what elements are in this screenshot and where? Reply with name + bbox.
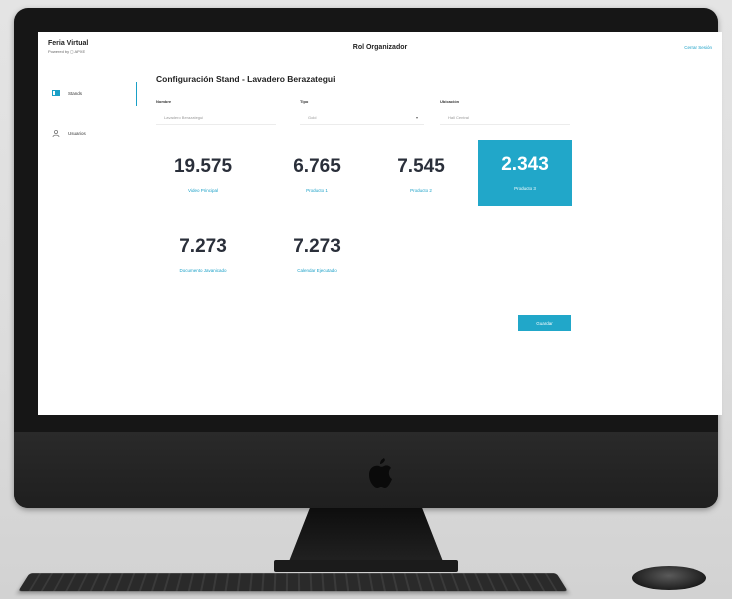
monitor-stand-foot xyxy=(274,560,458,572)
users-icon xyxy=(52,130,60,136)
stat-card-producto-1[interactable]: 6.765 Producto 1 xyxy=(270,142,364,208)
monitor-stand xyxy=(288,508,444,564)
sidebar: Stands Usuarios xyxy=(38,82,138,402)
type-field-label: Tipo xyxy=(300,99,308,104)
type-select[interactable]: Gold xyxy=(308,115,316,120)
logout-link[interactable]: Cerrar Sesión xyxy=(684,45,712,50)
location-field-underline xyxy=(440,124,570,125)
app-screen: Feria Virtual Powered by ◻ APXE Rol Orga… xyxy=(38,32,722,415)
stat-label: Producto 1 xyxy=(270,188,364,193)
stat-label: Calendar Ejecutado xyxy=(270,268,364,273)
stat-label: Video Principal xyxy=(156,188,250,193)
sidebar-item-label: Stands xyxy=(68,91,82,96)
stat-card-calendar[interactable]: 7.273 Calendar Ejecutado xyxy=(270,222,364,288)
stat-label: Producto 2 xyxy=(374,188,468,193)
sidebar-active-indicator xyxy=(136,82,137,106)
stands-icon xyxy=(52,90,60,96)
stat-value: 6.765 xyxy=(270,156,364,178)
stat-value: 2.343 xyxy=(478,154,572,176)
keyboard xyxy=(18,573,568,591)
apple-logo-icon xyxy=(364,456,394,490)
mouse xyxy=(632,566,706,590)
stat-card-video-principal[interactable]: 19.575 Video Principal xyxy=(156,142,250,208)
stat-value: 7.273 xyxy=(156,236,250,258)
stat-card-documento[interactable]: 7.273 Documento Javanicado xyxy=(156,222,250,288)
stat-label: Producto 3 xyxy=(478,186,572,191)
name-field-label: Nombre xyxy=(156,99,171,104)
save-button[interactable]: Guardar xyxy=(518,315,571,331)
page-role-title: Rol Organizador xyxy=(38,44,722,51)
stat-card-producto-3[interactable]: 2.343 Producto 3 xyxy=(478,140,572,206)
chevron-down-icon[interactable]: ▾ xyxy=(416,115,418,120)
location-field[interactable]: Hall Central xyxy=(448,115,469,120)
location-field-label: Ubicación xyxy=(440,99,459,104)
type-field-underline xyxy=(300,124,424,125)
sidebar-item-label: Usuarios xyxy=(68,131,86,136)
stat-value: 19.575 xyxy=(156,156,250,178)
stat-card-producto-2[interactable]: 7.545 Producto 2 xyxy=(374,142,468,208)
name-field[interactable]: Lavadero Berazategui xyxy=(164,115,203,120)
stat-value: 7.545 xyxy=(374,156,468,178)
top-bar: Feria Virtual Powered by ◻ APXE Rol Orga… xyxy=(38,32,722,68)
page-title: Configuración Stand - Lavadero Berazateg… xyxy=(156,74,335,84)
name-field-underline xyxy=(156,124,276,125)
sidebar-item-users[interactable]: Usuarios xyxy=(52,130,86,136)
sidebar-item-stands[interactable]: Stands xyxy=(52,90,82,96)
stat-value: 7.273 xyxy=(270,236,364,258)
stat-label: Documento Javanicado xyxy=(156,268,250,273)
